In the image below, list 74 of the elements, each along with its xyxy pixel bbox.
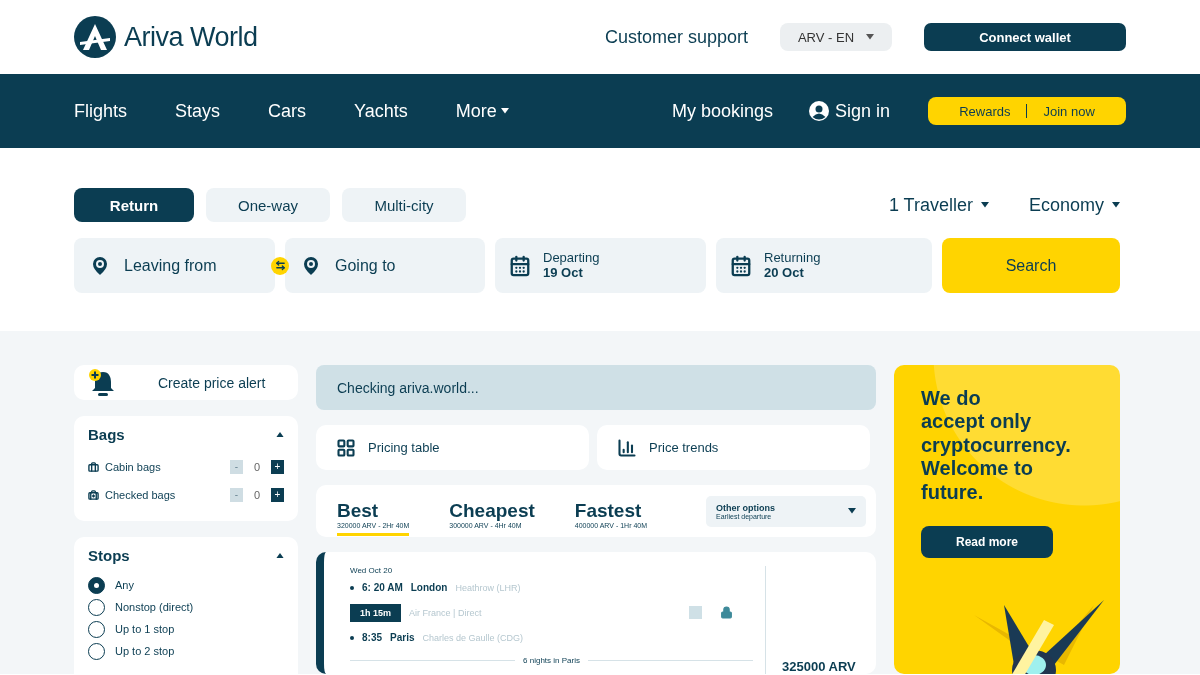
arrival-airport: Charles de Gaulle (CDG) (422, 632, 524, 643)
search-button[interactable]: Search (942, 238, 1120, 293)
trip-type-tab[interactable]: Multi-city (342, 188, 466, 222)
caret-icon (848, 508, 856, 514)
caret-icon (866, 34, 875, 40)
caret-icon (980, 202, 989, 208)
panel-title: Bags (88, 426, 125, 443)
sign-in-link[interactable]: Sign in (808, 100, 890, 122)
status-message: Checking ariva.world... (316, 365, 876, 410)
caret-icon (1112, 202, 1120, 208)
trip-type-tab[interactable]: Return (74, 188, 194, 222)
radio-button[interactable] (88, 598, 105, 616)
arrival-time: 8:35 (362, 632, 382, 643)
bag-label: Cabin bags (105, 461, 161, 473)
swap-icon (274, 260, 286, 271)
bag-icon (88, 461, 99, 473)
caret-icon (276, 431, 284, 438)
calendar-icon (509, 254, 531, 277)
radio-button[interactable] (88, 642, 105, 660)
nav-link[interactable]: More (455, 100, 509, 122)
radio-button[interactable] (88, 620, 105, 638)
departure-airport: Heathrow (LHR) (455, 582, 521, 593)
caret-icon (276, 552, 284, 559)
nav-link[interactable]: Yachts (354, 100, 408, 122)
view-button[interactable]: Pricing table (316, 425, 589, 470)
logo-icon (74, 16, 116, 58)
stop-option-label: Nonstop (direct) (115, 601, 194, 613)
nav-link[interactable]: Cars (268, 100, 307, 122)
bag-count: 0 (252, 489, 262, 501)
price-alert-button[interactable]: Create price alert (74, 365, 298, 400)
checkbox[interactable] (689, 606, 702, 619)
place-field[interactable]: Going to (285, 238, 485, 293)
table-icon (336, 437, 356, 458)
increment-button[interactable]: + (271, 460, 284, 474)
promo-text: We do accept only cryptocurrency. Welcome to future. (921, 387, 1072, 504)
stop-option-label: Up to 2 stop (115, 645, 175, 657)
increment-button[interactable]: + (271, 488, 284, 502)
arrival-city: Paris (390, 632, 415, 643)
panel-title: Stops (88, 547, 130, 564)
flight-price: 325000 ARV (782, 659, 856, 674)
bag-label: Checked bags (105, 489, 176, 501)
nav-link[interactable]: Stays (175, 100, 221, 122)
calendar-icon (730, 254, 752, 277)
departure-city: London (410, 582, 448, 593)
cabin-select[interactable]: Economy (1022, 193, 1126, 217)
bag-count: 0 (252, 461, 262, 473)
suitcase-icon (88, 489, 99, 501)
stay-duration: 6 nights in Paris (523, 656, 580, 665)
bookings-link[interactable]: My bookings (671, 100, 773, 122)
flight-duration: 1h 15m (350, 603, 402, 622)
stop-option-label: Any (115, 579, 134, 591)
view-button[interactable]: Price trends (597, 425, 870, 470)
language-select[interactable]: ARV - EN (780, 23, 892, 51)
traveller-select[interactable]: 1 Traveller (882, 193, 995, 217)
connect-wallet-button[interactable]: Connect wallet (924, 23, 1126, 51)
stop-option-label: Up to 1 stop (115, 623, 175, 635)
user-icon (808, 101, 829, 121)
caret-icon (500, 108, 509, 114)
date-field[interactable]: Returning 20 Oct (716, 238, 932, 293)
flight-date: Wed Oct 20 (350, 566, 394, 575)
date-field[interactable]: Departing 19 Oct (495, 238, 706, 293)
brand-name: Ariva World (124, 21, 258, 53)
lock-icon (720, 606, 733, 619)
place-field[interactable]: Leaving from (74, 238, 275, 293)
carrier-info: Air France | Direct (409, 607, 482, 618)
nav-link[interactable]: Flights (74, 100, 127, 122)
departure-time: 6: 20 AM (362, 582, 403, 593)
bar-chart-icon (617, 437, 637, 458)
trip-type-tab[interactable]: One-way (206, 188, 330, 222)
join-link[interactable]: Join now (1043, 103, 1095, 119)
radio-button[interactable] (88, 576, 105, 594)
support-link[interactable]: Customer support (604, 26, 748, 48)
rewards-link[interactable]: Rewards (959, 103, 1011, 119)
read-more-button[interactable]: Read more (921, 525, 1053, 558)
